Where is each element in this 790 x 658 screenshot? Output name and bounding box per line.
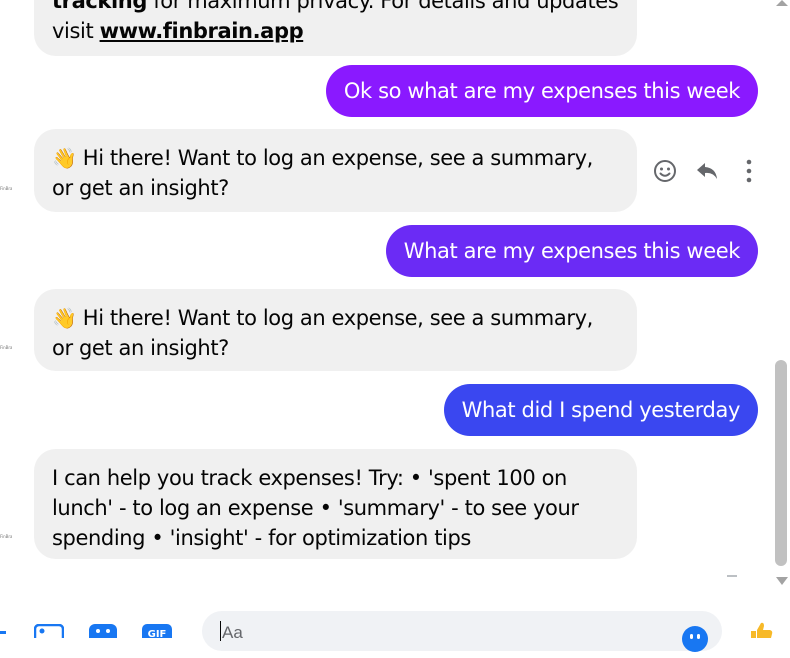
message-text: Ok so what are my expenses this week — [343, 79, 740, 103]
avatar[interactable]: FinBrain — [0, 534, 12, 540]
message-text: What are my expenses this week — [403, 239, 741, 263]
incoming-bubble: 👋 Hi there! Want to log an expense, see … — [34, 129, 637, 212]
bold-word: tracking — [52, 0, 147, 13]
outgoing-bubble: What did I spend yesterday — [443, 384, 758, 436]
seen-indicator — [727, 575, 737, 577]
sticker-icon[interactable] — [89, 624, 117, 644]
waving-hand-emoji: 👋 — [52, 306, 77, 330]
emoji-icon[interactable] — [681, 625, 709, 653]
message-input[interactable]: Aa — [202, 611, 722, 653]
text-cursor — [220, 621, 221, 641]
scrollbar-thumb[interactable] — [775, 360, 787, 566]
scrollbar[interactable] — [772, 0, 790, 600]
incoming-bubble: 👋 Hi there! Want to log an expense, see … — [34, 289, 637, 371]
thumbs-up-icon[interactable] — [748, 622, 774, 639]
scroll-down-arrow-icon[interactable] — [776, 577, 788, 585]
input-placeholder: Aa — [222, 623, 243, 642]
plus-icon[interactable] — [0, 626, 8, 640]
outgoing-bubble: Ok so what are my expenses this week — [325, 65, 758, 117]
more-icon[interactable] — [736, 158, 762, 184]
incoming-bubble: I can help you track expenses! Try: • 's… — [34, 449, 637, 559]
avatar[interactable]: FinBrain — [0, 345, 12, 351]
outgoing-bubble: What are my expenses this week — [385, 225, 758, 277]
composer: GIF Aa — [0, 600, 790, 652]
message-text: What did I spend yesterday — [461, 398, 741, 422]
image-icon[interactable] — [33, 623, 65, 645]
react-icon[interactable] — [652, 158, 678, 184]
message-text: Hi there! Want to log an expense, see a … — [52, 306, 593, 360]
message-text: Hi there! Want to log an expense, see a … — [52, 146, 593, 200]
avatar[interactable]: FinBrain — [0, 186, 12, 192]
message-text: I can help you track expenses! Try: • 's… — [52, 466, 579, 550]
website-link[interactable]: www.finbrain.app — [100, 19, 304, 43]
chat-thread: tracking for maximum privacy. For detail… — [0, 0, 770, 600]
reply-icon[interactable] — [694, 158, 720, 184]
incoming-bubble: tracking for maximum privacy. For detail… — [34, 0, 637, 56]
gif-icon[interactable]: GIF — [142, 624, 172, 644]
scroll-up-arrow-icon[interactable] — [776, 0, 788, 6]
message-actions — [652, 158, 762, 186]
waving-hand-emoji: 👋 — [52, 146, 77, 170]
